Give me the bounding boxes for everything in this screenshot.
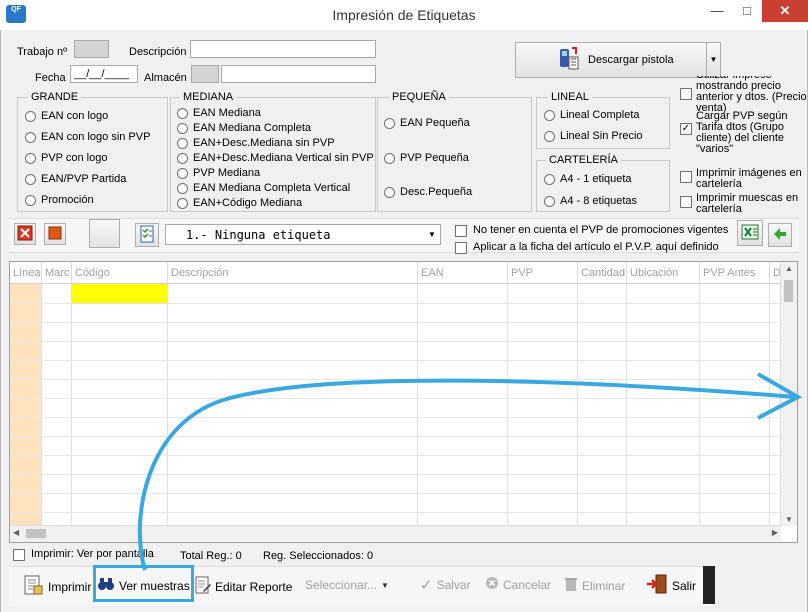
annotation-arrow-icon [137, 372, 803, 571]
